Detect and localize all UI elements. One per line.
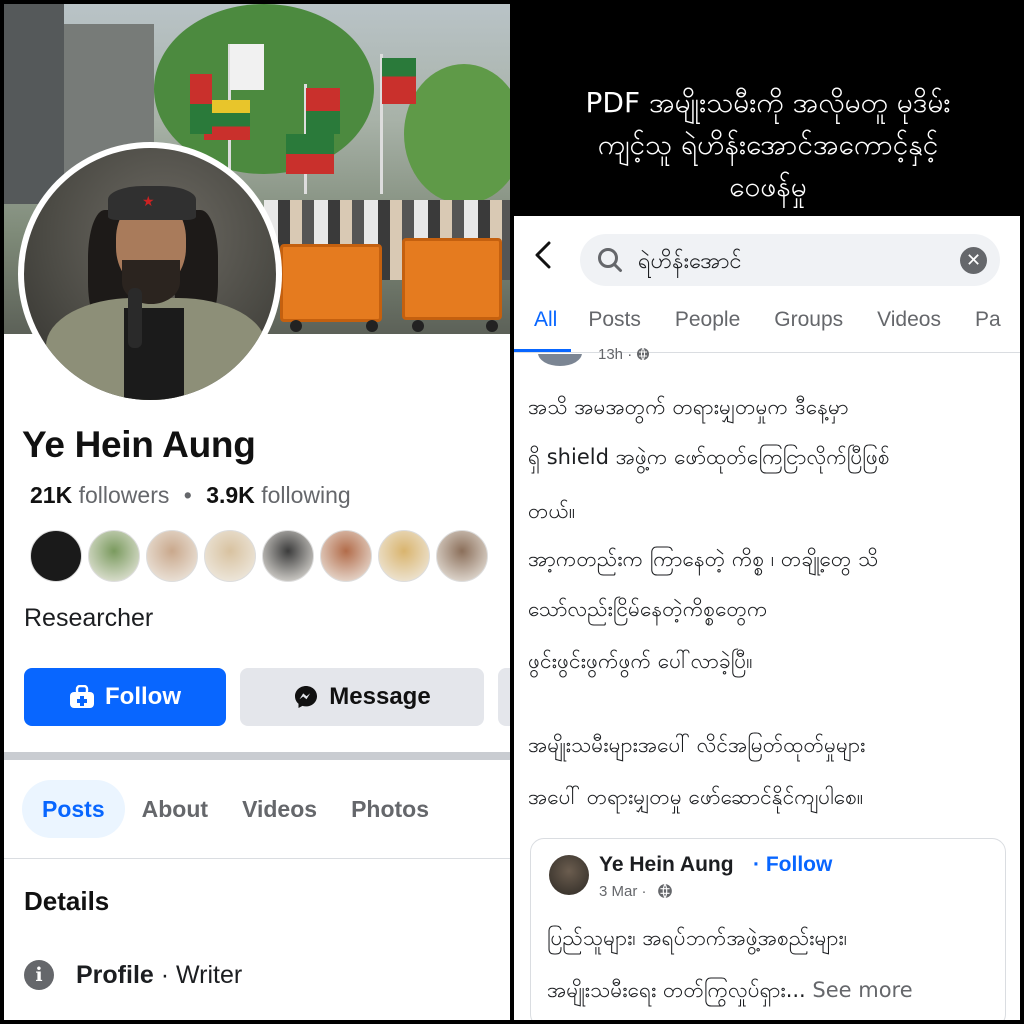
- tab-people[interactable]: People: [658, 308, 757, 352]
- followers-label[interactable]: followers: [79, 482, 170, 508]
- tab-about[interactable]: About: [125, 780, 225, 838]
- profile-avatar-photo: ★: [24, 148, 276, 400]
- details-heading: Details: [24, 886, 110, 916]
- profile-type: Profile · Writer: [76, 961, 242, 990]
- profile-name: Ye Hein Aung: [22, 424, 256, 465]
- stats-separator: •: [183, 482, 192, 508]
- profile-tabs: Posts About Videos Photos: [22, 780, 446, 838]
- post-text-line: အသိ အမအတွက် တရားမျှတမှုက ဒီနေ့မှာ: [528, 395, 849, 419]
- info-icon: i: [24, 960, 54, 990]
- shared-post-text-truncated: အမျိုးသမီးရေး တတ်ကြွလှုပ်ရှား...: [547, 978, 806, 1002]
- profile-stats: 21K followers • 3.9K following: [30, 482, 351, 509]
- message-button-label: Message: [329, 683, 431, 710]
- tab-groups[interactable]: Groups: [757, 308, 860, 352]
- friend-avatar[interactable]: [204, 530, 256, 582]
- more-button[interactable]: [498, 668, 510, 726]
- follow-button-label: Follow: [105, 683, 181, 710]
- tabs-divider: [4, 858, 510, 859]
- tab-videos[interactable]: Videos: [860, 308, 958, 352]
- details-profile-row: i Profile · Writer: [24, 960, 242, 990]
- post-author-avatar[interactable]: [536, 354, 596, 368]
- follow-button[interactable]: Follow: [24, 668, 226, 726]
- tab-posts[interactable]: Posts: [22, 780, 125, 838]
- search-results-panel: ရဲဟိန်းအောင် ✕ All Posts People Groups V…: [514, 216, 1020, 1020]
- clear-search-icon[interactable]: ✕: [960, 247, 987, 274]
- tab-photos[interactable]: Photos: [334, 780, 446, 838]
- post-text-line: ရှိ shield အဖွဲ့က ဖော်ထုတ်ကြေငြာလိုက်ပြီ…: [528, 445, 890, 469]
- friend-avatar[interactable]: [262, 530, 314, 582]
- screenshot-collage: ★ Ye Hein Aung 21K followers • 3.9K foll…: [0, 0, 1024, 1024]
- tab-all[interactable]: All: [514, 308, 572, 352]
- search-query[interactable]: ရဲဟိန်းအောင်: [638, 246, 742, 279]
- search-bar[interactable]: ရဲဟိန်းအောင် ✕: [580, 234, 1000, 286]
- friend-avatar[interactable]: [320, 530, 372, 582]
- see-more-link[interactable]: See more: [806, 978, 912, 1002]
- post-text-line: သော်လည်းငြိမ်နေတဲ့ကိစ္စတွေက: [528, 597, 768, 621]
- tab-videos[interactable]: Videos: [225, 780, 334, 838]
- post-time-text: 13h ·: [598, 346, 633, 363]
- shared-post-card[interactable]: Ye Hein Aung · Follow 3 Mar · ပြည်သူများ…: [530, 838, 1006, 1020]
- follow-icon: [70, 685, 94, 708]
- followers-count[interactable]: 21K: [30, 482, 72, 508]
- friend-avatar[interactable]: [146, 530, 198, 582]
- shared-post-text-line: အမျိုးသမီးရေး တတ်ကြွလှုပ်ရှား... See mor…: [547, 977, 913, 1008]
- section-divider: [4, 752, 510, 760]
- messenger-icon: [295, 686, 318, 708]
- friend-avatar[interactable]: [436, 530, 488, 582]
- tab-pages[interactable]: Pa: [958, 308, 1018, 352]
- post-timestamp: 13h ·: [598, 346, 650, 363]
- friend-avatars: [30, 530, 488, 582]
- profile-panel: ★ Ye Hein Aung 21K followers • 3.9K foll…: [4, 4, 510, 1020]
- shared-post-text-line: ပြည်သူများ၊ အရပ်ဘက်အဖွဲ့အစည်းများ၊: [547, 926, 848, 950]
- shared-post-date: 3 Mar ·: [599, 883, 647, 900]
- shared-post-avatar[interactable]: [549, 855, 589, 895]
- profile-avatar[interactable]: ★: [18, 142, 282, 406]
- headline-line-1: PDF အမျိုးသမီးကို အလိုမတူ မုဒိမ်း: [585, 86, 951, 119]
- post-text-line: ဖွင်းဖွင်းဖွက်ဖွက် ပေါ်လာခဲ့ပြီ။: [528, 649, 753, 673]
- shared-post-author[interactable]: Ye Hein Aung: [599, 853, 734, 877]
- friend-avatar[interactable]: [378, 530, 430, 582]
- post-text-line: အာ့ကတည်းက ကြာနေတဲ့ ကိစ္စ ၊ တချို့တွေ သိ: [528, 547, 879, 571]
- friend-avatar[interactable]: [30, 530, 82, 582]
- message-button[interactable]: Message: [240, 668, 484, 726]
- globe-icon: [637, 347, 650, 361]
- search-filter-tabs: All Posts People Groups Videos Pa: [514, 308, 1020, 352]
- post-text-line: အပေါ် တရားမျှတမှု ဖော်ဆောင်နိုင်ကျပါစေ။: [528, 785, 864, 809]
- search-icon: [598, 248, 622, 272]
- profile-type-value: · Writer: [160, 960, 243, 989]
- headline-line-2: ကျင့်သူ ရဲဟိန်းအောင်အကောင့်နှင့်: [597, 128, 939, 161]
- following-label[interactable]: following: [261, 482, 351, 508]
- following-count[interactable]: 3.9K: [206, 482, 255, 508]
- globe-icon: [658, 883, 672, 899]
- profile-type-label: Profile: [76, 960, 154, 989]
- post-text-line: တယ်။: [528, 499, 576, 523]
- profile-bio: Researcher: [24, 604, 154, 632]
- headline-caption: PDF အမျိုးသမီးကို အလိုမတူ မုဒိမ်း ကျင့်သ…: [514, 82, 1022, 208]
- shared-post-follow-link[interactable]: · Follow: [753, 853, 832, 877]
- headline-line-3: ဝေဖန်မှု: [729, 170, 807, 203]
- post-text-line: အမျိုးသမီးများအပေါ် လိင်အမြတ်ထုတ်မှုများ: [528, 733, 866, 757]
- friend-avatar[interactable]: [88, 530, 140, 582]
- tabs-underline: [514, 352, 1020, 353]
- back-arrow-icon[interactable]: [532, 240, 554, 279]
